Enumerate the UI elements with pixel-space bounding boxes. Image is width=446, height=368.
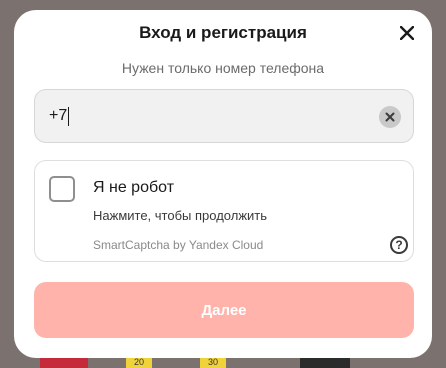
close-button[interactable] — [396, 22, 418, 44]
dialog-subtitle: Нужен только номер телефона — [121, 60, 325, 76]
text-cursor — [68, 107, 69, 126]
not-robot-checkbox[interactable] — [49, 176, 75, 202]
close-icon — [400, 26, 414, 40]
next-button[interactable]: Далее — [34, 282, 414, 338]
help-icon[interactable]: ? — [390, 236, 408, 254]
auth-dialog: Вход и регистрация Нужен только номер те… — [14, 10, 432, 358]
captcha-title: Я не робот — [93, 179, 175, 196]
captcha-instruction: Нажмите, чтобы продолжить — [93, 208, 268, 223]
phone-input[interactable] — [49, 90, 369, 142]
captcha-brand: SmartCaptcha by Yandex Cloud — [93, 238, 264, 252]
dialog-title: Вход и регистрация — [139, 23, 307, 42]
clear-input-button[interactable] — [379, 106, 401, 128]
clear-icon — [385, 112, 395, 122]
smartcaptcha-widget[interactable]: Я не робот Нажмите, чтобы продолжить Sma… — [34, 160, 414, 262]
phone-field[interactable] — [34, 89, 414, 143]
